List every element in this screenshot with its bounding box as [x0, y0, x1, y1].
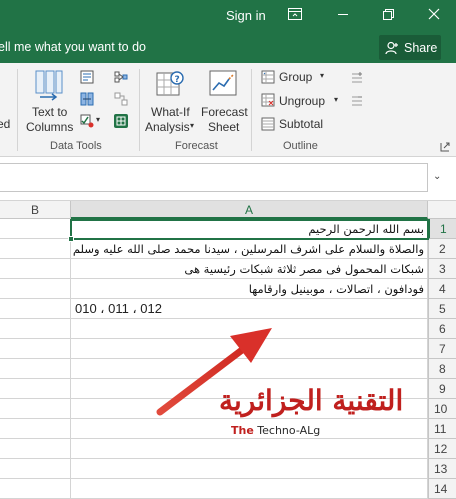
- outline-group-label: Outline: [283, 140, 318, 152]
- cell-b10[interactable]: [0, 399, 71, 419]
- text-to-columns-label-2[interactable]: Columns: [26, 120, 73, 134]
- excel-window: Sign in ell me what you want to do Share…: [0, 0, 456, 499]
- what-if-label-2[interactable]: Analysis: [145, 120, 190, 134]
- row-header-12[interactable]: 12: [428, 439, 456, 459]
- row-header-7[interactable]: 7: [428, 339, 456, 359]
- row-header-14[interactable]: 14: [428, 479, 456, 499]
- cell-b1[interactable]: [0, 219, 71, 239]
- text-to-columns-icon[interactable]: [34, 69, 64, 103]
- cell-b8[interactable]: [0, 359, 71, 379]
- formula-bar: ⌄: [0, 157, 456, 201]
- ribbon-separator: [139, 69, 140, 151]
- manage-data-model-icon[interactable]: [114, 114, 128, 128]
- cell-a5[interactable]: 010 ، 011 ، 012: [71, 299, 428, 319]
- forecast-sheet-label-2[interactable]: Sheet: [208, 120, 239, 134]
- forecast-group-label: Forecast: [175, 140, 218, 152]
- row-header-11[interactable]: 11: [428, 419, 456, 439]
- person-icon: [385, 41, 398, 54]
- forecast-sheet-label-1[interactable]: Forecast: [201, 105, 248, 119]
- share-button[interactable]: Share: [379, 35, 441, 60]
- title-bar: Sign in: [0, 0, 456, 32]
- subtotal-label[interactable]: Subtotal: [279, 117, 323, 131]
- cell-a12[interactable]: [71, 439, 428, 459]
- row-header-8[interactable]: 8: [428, 359, 456, 379]
- text-to-columns-label-1[interactable]: Text to: [32, 105, 67, 119]
- cell-a2[interactable]: والصلاة والسلام على اشرف المرسلين ، سيدن…: [71, 239, 428, 259]
- cell-b6[interactable]: [0, 319, 71, 339]
- expand-formula-bar-icon[interactable]: ⌄: [433, 171, 441, 182]
- relationships-icon[interactable]: [114, 92, 128, 106]
- row-header-2[interactable]: 2: [428, 239, 456, 259]
- column-header-b[interactable]: B: [0, 201, 71, 219]
- consolidate-icon[interactable]: [114, 70, 128, 84]
- svg-text:?: ?: [175, 75, 180, 85]
- dialog-launcher-icon[interactable]: [440, 142, 450, 152]
- cell-a4[interactable]: فودافون ، اتصالات ، موبينيل وارقامها: [71, 279, 428, 299]
- row-header-5[interactable]: 5: [428, 299, 456, 319]
- row-header-10[interactable]: 10: [428, 399, 456, 419]
- cell-b9[interactable]: [0, 379, 71, 399]
- cell-b2[interactable]: [0, 239, 71, 259]
- row-header-6[interactable]: 6: [428, 319, 456, 339]
- cell-b4[interactable]: [0, 279, 71, 299]
- what-if-analysis-icon[interactable]: ?: [155, 69, 185, 103]
- dropdown-arrow-icon[interactable]: ▾: [96, 115, 100, 124]
- cell-b7[interactable]: [0, 339, 71, 359]
- ribbon-data-tab: ed Text to Columns ▾ Data Tools ? What-I…: [0, 63, 456, 157]
- ungroup-label[interactable]: Ungroup: [279, 94, 325, 108]
- row-header-1[interactable]: 1: [428, 219, 456, 239]
- subtotal-icon[interactable]: [261, 117, 275, 131]
- column-header-a[interactable]: A: [71, 201, 428, 219]
- tell-me-bar: ell me what you want to do Share: [0, 32, 456, 63]
- watermark-arabic: التقنية الجزائرية: [219, 384, 404, 417]
- share-label: Share: [404, 40, 438, 55]
- ribbon-display-options-icon[interactable]: [287, 6, 307, 24]
- cell-a13[interactable]: [71, 459, 428, 479]
- close-icon[interactable]: [426, 6, 446, 24]
- what-if-label-1[interactable]: What-If: [151, 105, 190, 119]
- row-header-13[interactable]: 13: [428, 459, 456, 479]
- sign-in-link[interactable]: Sign in: [226, 8, 266, 23]
- watermark-latin: The Techno-ALg: [231, 424, 321, 437]
- cell-b14[interactable]: [0, 479, 71, 499]
- group-label[interactable]: Group: [279, 70, 312, 84]
- formula-input[interactable]: [0, 163, 428, 192]
- row-header-9[interactable]: 9: [428, 379, 456, 399]
- show-detail-icon[interactable]: [350, 71, 364, 85]
- flash-fill-icon[interactable]: [80, 70, 94, 84]
- dropdown-arrow-icon[interactable]: ▾: [190, 121, 194, 130]
- restore-icon[interactable]: [380, 6, 400, 24]
- cell-b3[interactable]: [0, 259, 71, 279]
- cell-a14[interactable]: [71, 479, 428, 499]
- data-tools-group-label: Data Tools: [50, 140, 102, 152]
- cell-b11[interactable]: [0, 419, 71, 439]
- data-validation-icon[interactable]: [80, 114, 94, 128]
- forecast-sheet-icon[interactable]: [208, 69, 238, 103]
- ungroup-icon[interactable]: [261, 93, 275, 107]
- group-icon[interactable]: [261, 70, 275, 84]
- minimize-icon[interactable]: [335, 6, 355, 24]
- cell-b5[interactable]: [0, 299, 71, 319]
- cell-b13[interactable]: [0, 459, 71, 479]
- ribbon-separator: [17, 69, 18, 151]
- cell-b12[interactable]: [0, 439, 71, 459]
- select-all-corner[interactable]: [428, 201, 456, 219]
- truncated-ribbon-label: ed: [0, 117, 11, 131]
- ribbon-separator: [251, 69, 252, 151]
- dropdown-arrow-icon[interactable]: ▾: [334, 95, 338, 104]
- row-header-3[interactable]: 3: [428, 259, 456, 279]
- hide-detail-icon[interactable]: [350, 94, 364, 108]
- row-header-4[interactable]: 4: [428, 279, 456, 299]
- cell-a3[interactable]: شبكات المحمول فى مصر ثلاثة شبكات رئيسية …: [71, 259, 428, 279]
- remove-duplicates-icon[interactable]: [80, 92, 94, 106]
- cell-a1[interactable]: بسم الله الرحمن الرحيم: [71, 219, 428, 239]
- dropdown-arrow-icon[interactable]: ▾: [320, 71, 324, 80]
- tell-me-search[interactable]: ell me what you want to do: [0, 40, 146, 54]
